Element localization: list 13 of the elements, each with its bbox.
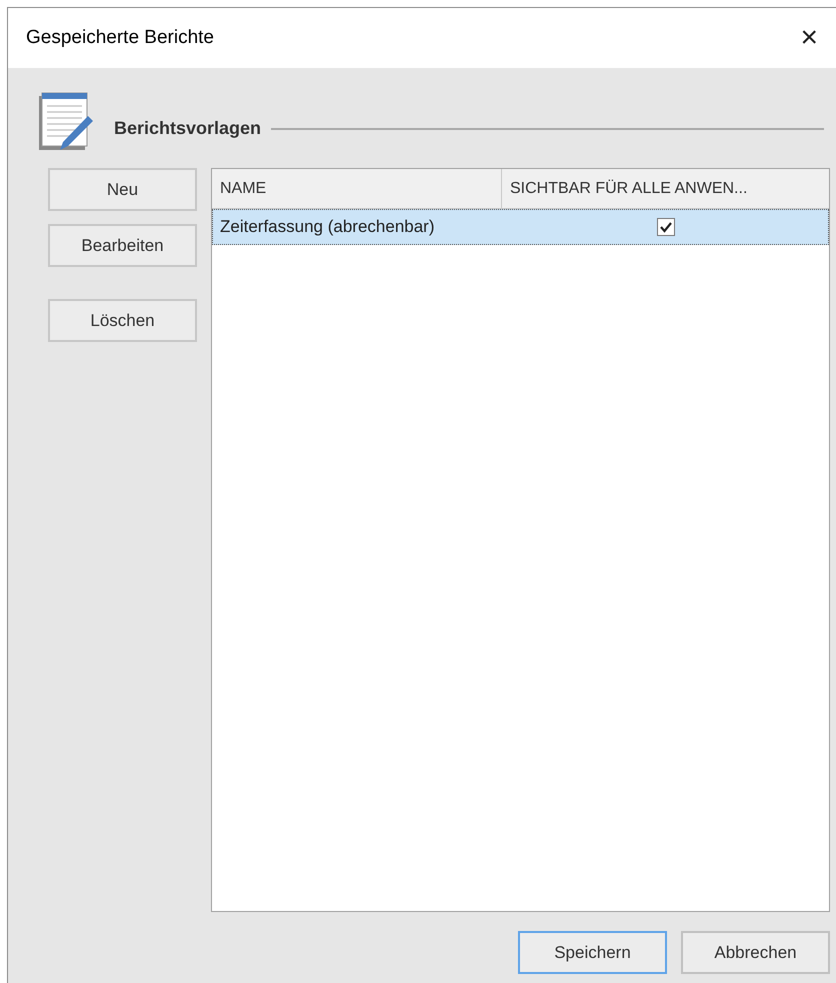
side-button[interactable]: Löschen [48,299,197,342]
table-cell-text: Zeiterfassung (abrechenbar) [219,216,436,238]
dialog-button[interactable]: Speichern [518,931,667,974]
window-title: Gespeicherte Berichte [26,26,214,50]
table-row[interactable]: Zeiterfassung (abrechenbar) [212,209,829,245]
side-button[interactable]: Neu [48,168,197,211]
checkbox[interactable] [656,218,674,236]
dialog-button[interactable]: Abbrechen [681,931,830,974]
column-header[interactable]: SICHTBAR FÜR ALLE ANWEN... [502,169,829,208]
side-button[interactable]: Bearbeiten [48,224,197,267]
column-header[interactable]: NAME [212,169,502,208]
close-button[interactable]: × [792,23,826,53]
section-heading: Berichtsvorlagen [114,116,262,140]
